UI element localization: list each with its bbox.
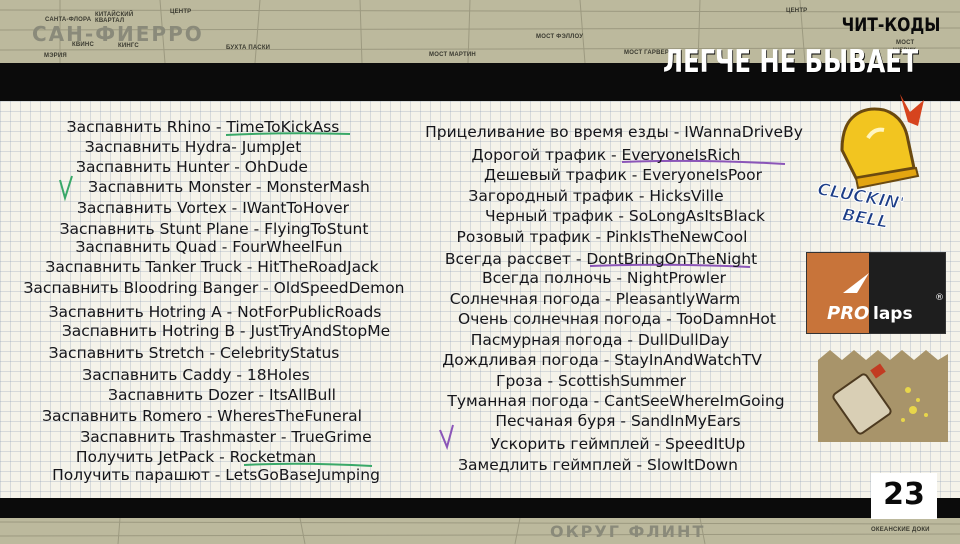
prolaps-pro-text: PRO <box>827 303 870 324</box>
cheat-line: Черный трафик - SoLongAsItsBlack <box>484 207 766 225</box>
cheat-line: Солнечная погода - PleasantlyWarm <box>449 290 741 308</box>
cheat-line: Гроза - ScottishSummer <box>496 372 686 390</box>
green-check-icon <box>59 175 73 202</box>
prolaps-logo: PRO laps ® <box>806 252 946 334</box>
cheat-line: Розовый трафик - PinkIsTheNewCool <box>456 228 748 246</box>
spray-can-logo <box>818 350 948 442</box>
prolaps-arrow-icon <box>843 273 869 293</box>
cheat-line: Пасмурная погода - DullDullDay <box>470 331 730 349</box>
cheat-line: Замедлить геймплей - SlowItDown <box>458 456 738 474</box>
spray-can-icon <box>818 350 948 442</box>
registered-mark: ® <box>935 293 944 303</box>
cheat-line: Дешевый трафик - EveryoneIsPoor <box>484 166 762 184</box>
cheat-line: Ускорить геймплей - SpeedItUp <box>490 435 746 453</box>
cheat-line: Туманная погода - CantSeeWhereImGoing <box>447 392 785 410</box>
cheat-line: Загородный трафик - HicksVille <box>468 187 724 205</box>
page-number: 23 <box>883 477 925 512</box>
green-underline <box>225 132 351 136</box>
purple-check-icon <box>439 424 454 451</box>
cheat-line: Всегда полночь - NightProwler <box>482 269 726 287</box>
cheat-line: Всегда рассвет - DontBringOnTheNight <box>444 250 758 268</box>
prolaps-laps-text: laps <box>873 304 913 324</box>
cheat-line: Песчаная буря - SandInMyEars <box>495 412 741 430</box>
cheat-line: Дождливая погода - StayInAndWatchTV <box>442 351 762 369</box>
cheat-line: Очень солнечная погода - TooDamnHot <box>458 310 776 328</box>
cluckin-bell-logo: CLUCKIN' BELL <box>812 92 952 242</box>
green-underline <box>243 462 373 467</box>
cheat-line: Прицеливание во время езды - IWannaDrive… <box>425 123 803 141</box>
cheat-line: Дорогой трафик - EveryoneIsRich <box>471 146 741 164</box>
